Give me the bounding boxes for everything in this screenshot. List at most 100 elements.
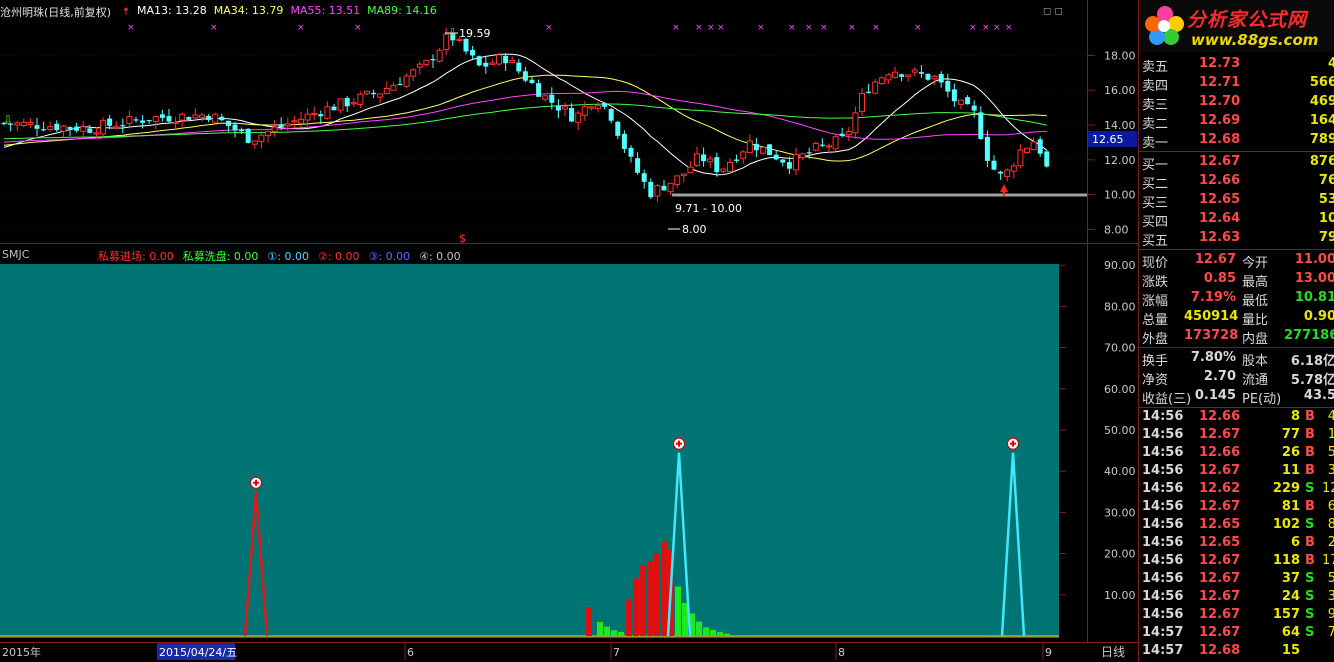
ask-row: 卖三 12.70 469 (1139, 93, 1334, 113)
price-tick-label: 10.00 (1104, 189, 1136, 202)
tick-price: 12.68 (1199, 643, 1241, 658)
candle-up (581, 106, 588, 116)
tick-price: 12.65 (1199, 517, 1241, 532)
candle-down (714, 157, 720, 173)
candle-up (931, 75, 938, 80)
bid-row: 买一 12.67 876 (1139, 153, 1334, 173)
candle-down (555, 105, 561, 111)
tick-count: 12 (1322, 481, 1334, 496)
tick-side: B (1305, 463, 1315, 478)
candle-down (984, 136, 990, 161)
tick-time: 14:56 (1142, 571, 1184, 586)
price-panel[interactable] (0, 0, 1087, 243)
date-highlight-label: 2015/04/24/五 (159, 646, 237, 659)
tick-price: 12.67 (1199, 607, 1241, 622)
washout-bar (703, 627, 709, 636)
tick-row: 14:56 12.62 229 S 12 (1139, 480, 1334, 498)
tick-volume: 64 (1281, 625, 1300, 640)
washout-bar (710, 629, 716, 636)
candle-down (159, 114, 165, 118)
candle-down (239, 129, 245, 132)
candle-up (100, 120, 106, 135)
logo-title: 分析家公式网 (1187, 9, 1308, 31)
candle-down (998, 171, 1004, 174)
tick-side: S (1305, 571, 1315, 586)
signal-mark-icon: × (872, 23, 880, 33)
signal-mark-icon: × (1005, 23, 1013, 33)
tick-row: 14:56 12.67 24 S3 (1139, 588, 1334, 606)
date-month-label: 9 (1045, 646, 1052, 659)
stat-label: 净资 (1142, 373, 1169, 388)
tick-time: 14:56 (1142, 553, 1184, 568)
logo-url: www.88gs.com (1191, 31, 1319, 49)
stat-row: 总量 450914 量比 0.90 (1139, 308, 1334, 328)
window-controls[interactable]: ◻ ◻ (1043, 6, 1063, 17)
down-arrow-icon: ⇩ (3, 113, 13, 127)
candle-up (390, 84, 397, 91)
price-tick-label: 16.00 (1104, 84, 1136, 97)
signal-mark-icon: × (717, 23, 725, 33)
indicator-panel[interactable] (0, 264, 1059, 638)
candle-up (291, 120, 298, 123)
candle-down (641, 173, 647, 182)
entry-bar (647, 561, 653, 636)
tick-volume: 81 (1281, 499, 1300, 514)
candle-down (516, 62, 522, 72)
candle-up (826, 145, 832, 148)
candle-down (549, 94, 555, 103)
candle-up (680, 173, 687, 177)
bid-label: 买三 (1142, 196, 1169, 211)
candle-up (812, 142, 819, 151)
tick-side: S (1305, 589, 1315, 604)
candle-down (648, 181, 654, 198)
ask-row: 卖一 12.68 789 (1139, 131, 1334, 151)
bid-volume: 10 (1318, 211, 1334, 226)
stat-value: 7.19% (1190, 290, 1236, 305)
signal-mark-icon: × (545, 23, 553, 33)
candle-up (958, 99, 964, 105)
tick-row: 14:56 12.65 6B2 (1139, 534, 1334, 552)
indicator-legend-item: ④: 0.00 (419, 250, 461, 263)
candle-up (416, 63, 423, 68)
ask-label: 卖四 (1142, 79, 1169, 94)
tick-side: S (1305, 625, 1315, 640)
candle-up (588, 106, 595, 109)
candle-up (687, 166, 694, 174)
bid-volume: 53 (1318, 192, 1334, 207)
stat-value: 173728 (1184, 328, 1239, 343)
candle-up (905, 74, 912, 78)
candle-down (753, 143, 759, 151)
candle-down (470, 49, 476, 56)
candle-down (245, 128, 251, 143)
tick-price: 12.67 (1199, 589, 1241, 604)
tick-side: S (1305, 481, 1315, 496)
candle-up (595, 105, 601, 109)
flower-logo-icon (1145, 6, 1184, 45)
indicator-tick-label: 50.00 (1104, 424, 1136, 437)
stat-row: 收益(三) 0.145 PE(动) 43.5 (1139, 387, 1334, 407)
candle-down (166, 116, 172, 122)
candle-down (483, 62, 489, 67)
chart-area[interactable]: × × × × × × × × × × × × × × × × × × × × 19.59 9.71 - 10.00 … (0, 0, 1138, 662)
candle-up (1017, 149, 1024, 167)
stat-value: 0.145 (1194, 388, 1236, 403)
candle-down (206, 115, 212, 120)
tick-side: B (1305, 499, 1315, 514)
tick-row: 14:56 12.67 118 B 17 (1139, 552, 1334, 570)
candle-down (140, 120, 146, 123)
bid-row: 买二 12.66 76 (1139, 172, 1334, 192)
candle-up (93, 132, 100, 135)
logo: 分析家公式网 www.88gs.com (1139, 0, 1334, 52)
tick-price: 12.66 (1199, 445, 1241, 460)
stat-label: 内盘 (1242, 332, 1269, 347)
stat-label: 涨跌 (1142, 275, 1169, 290)
tick-time: 14:56 (1142, 481, 1184, 496)
high-price-label: 19.59 (459, 27, 491, 40)
candle-down (621, 133, 627, 149)
entry-bar (626, 598, 632, 636)
candle-up (80, 126, 87, 132)
candle-down (734, 159, 740, 161)
tick-time: 14:57 (1142, 643, 1184, 658)
tick-time: 14:56 (1142, 427, 1184, 442)
low-price-label: 8.00 (682, 223, 707, 236)
